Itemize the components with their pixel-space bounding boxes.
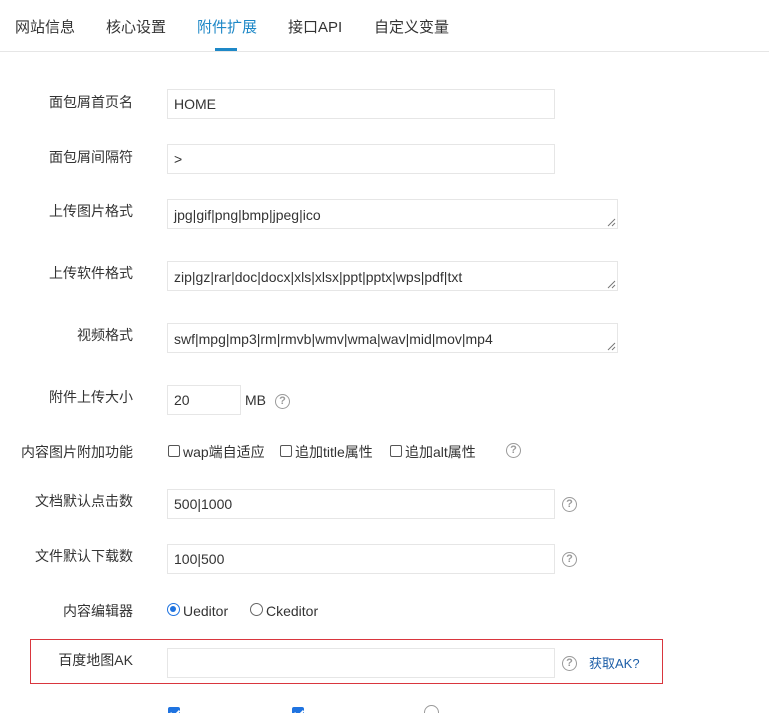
video-formats-label: 视频格式 <box>77 327 133 343</box>
active-tab-indicator <box>215 48 237 51</box>
append-title-checkbox[interactable] <box>280 445 292 457</box>
doc-default-clicks-input[interactable]: 500|1000 <box>167 489 555 519</box>
baidu-map-ak-label: 百度地图AK <box>58 652 133 668</box>
upload-image-formats-label: 上传图片格式 <box>49 203 133 219</box>
video-formats-textarea[interactable]: swf|mpg|mp3|rm|rmvb|wmv|wma|wav|mid|mov|… <box>167 323 618 353</box>
question-circle-icon[interactable]: ? <box>562 552 577 567</box>
video-formats-value: swf|mpg|mp3|rm|rmvb|wmv|wma|wav|mid|mov|… <box>174 331 493 347</box>
partial-checkbox[interactable] <box>168 707 180 713</box>
wap-adaptive-checkbox[interactable] <box>168 445 180 457</box>
wap-adaptive-checkbox-label[interactable]: wap端自适应 <box>183 443 265 461</box>
tab-api[interactable]: 接口API <box>288 19 342 37</box>
tab-core-settings[interactable]: 核心设置 <box>106 19 166 37</box>
attachment-size-input[interactable]: 20 <box>167 385 241 415</box>
breadcrumb-separator-input[interactable]: > <box>167 144 555 174</box>
attachment-size-unit: MB <box>245 392 266 408</box>
question-circle-icon[interactable]: ? <box>562 497 577 512</box>
tab-attachment-extension[interactable]: 附件扩展 <box>197 19 257 37</box>
next-row-partial <box>0 704 769 713</box>
append-title-checkbox-label[interactable]: 追加title属性 <box>295 443 373 461</box>
get-ak-link[interactable]: 获取AK? <box>589 656 640 672</box>
upload-software-formats-label: 上传软件格式 <box>49 265 133 281</box>
question-circle-icon[interactable] <box>424 705 439 713</box>
partial-checkbox[interactable] <box>292 707 304 713</box>
breadcrumb-home-input[interactable]: HOME <box>167 89 555 119</box>
attachment-size-label: 附件上传大小 <box>49 389 133 405</box>
ckeditor-radio-label[interactable]: Ckeditor <box>266 602 318 620</box>
append-alt-checkbox-label[interactable]: 追加alt属性 <box>405 443 476 461</box>
upload-image-formats-textarea[interactable]: jpg|gif|png|bmp|jpeg|ico <box>167 199 618 229</box>
content-editor-label: 内容编辑器 <box>63 603 133 619</box>
upload-software-formats-textarea[interactable]: zip|gz|rar|doc|docx|xls|xlsx|ppt|pptx|wp… <box>167 261 618 291</box>
tab-site-info[interactable]: 网站信息 <box>15 19 75 37</box>
ueditor-radio[interactable] <box>167 603 180 616</box>
breadcrumb-separator-label: 面包屑间隔符 <box>49 149 133 165</box>
resize-handle-icon[interactable] <box>606 279 616 289</box>
doc-default-clicks-label: 文档默认点击数 <box>35 493 133 509</box>
append-alt-checkbox[interactable] <box>390 445 402 457</box>
tab-bar: 网站信息 核心设置 附件扩展 接口API 自定义变量 <box>0 0 769 52</box>
question-circle-icon[interactable]: ? <box>562 656 577 671</box>
ckeditor-radio[interactable] <box>250 603 263 616</box>
ueditor-radio-label[interactable]: Ueditor <box>183 602 228 620</box>
upload-software-formats-value: zip|gz|rar|doc|docx|xls|xlsx|ppt|pptx|wp… <box>174 269 463 285</box>
content-image-features-label: 内容图片附加功能 <box>21 444 133 460</box>
file-default-downloads-input[interactable]: 100|500 <box>167 544 555 574</box>
resize-handle-icon[interactable] <box>606 341 616 351</box>
breadcrumb-home-label: 面包屑首页名 <box>49 94 133 110</box>
question-circle-icon[interactable]: ? <box>275 394 290 409</box>
tab-custom-variables[interactable]: 自定义变量 <box>374 19 449 37</box>
question-circle-icon[interactable]: ? <box>506 443 521 458</box>
resize-handle-icon[interactable] <box>606 217 616 227</box>
baidu-map-ak-input[interactable] <box>167 648 555 678</box>
file-default-downloads-label: 文件默认下载数 <box>35 548 133 564</box>
upload-image-formats-value: jpg|gif|png|bmp|jpeg|ico <box>174 207 321 223</box>
